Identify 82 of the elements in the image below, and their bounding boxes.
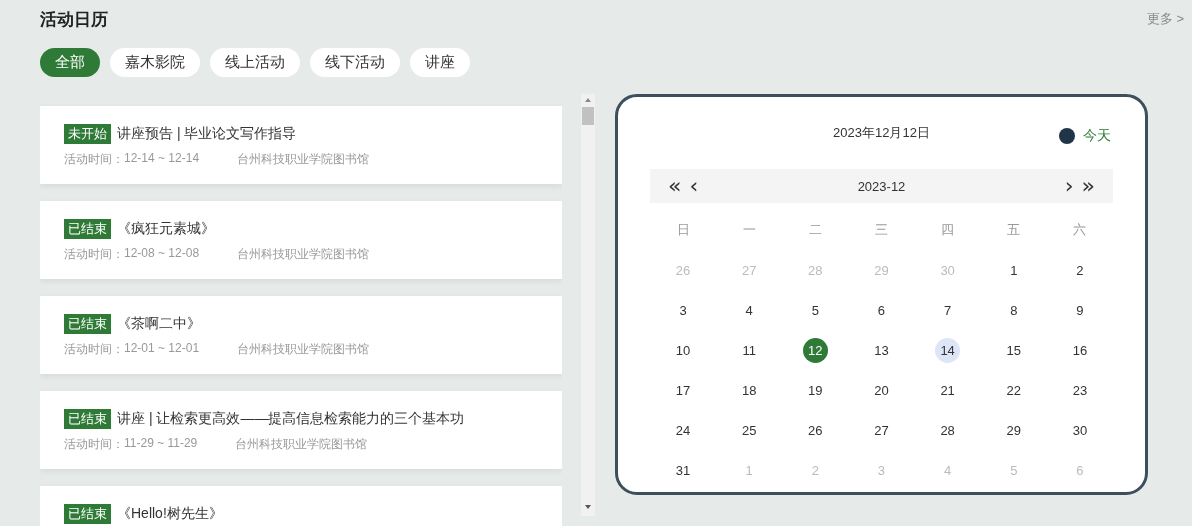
calendar-day[interactable]: 9 — [1067, 297, 1093, 323]
next-year-button[interactable]: » — [1077, 176, 1099, 196]
calendar-day[interactable]: 14 — [935, 337, 961, 363]
weekday-label: 四 — [940, 221, 956, 239]
event-title: 《Hello!树先生》 — [117, 505, 223, 523]
calendar-day[interactable]: 17 — [670, 377, 696, 403]
event-time: 11-29 ~ 11-29 — [124, 436, 198, 452]
page-title: 活动日历 — [40, 8, 108, 31]
event-location: 台州科技职业学院图书馆 — [237, 246, 370, 263]
calendar-day[interactable]: 5 — [802, 297, 828, 323]
calendar-day[interactable]: 20 — [869, 377, 894, 403]
filter-tab[interactable]: 线上活动 — [210, 48, 300, 77]
weekday-label: 三 — [874, 221, 889, 239]
calendar-day[interactable]: 24 — [670, 417, 696, 443]
filter-tab[interactable]: 嘉木影院 — [110, 48, 200, 77]
calendar-day[interactable]: 13 — [869, 337, 894, 363]
calendar-day[interactable]: 1 — [1001, 257, 1027, 283]
prev-year-button[interactable]: « — [664, 176, 686, 196]
weekday-label: 六 — [1072, 221, 1088, 239]
event-location: 台州科技职业学院图书馆 — [235, 436, 368, 453]
status-badge: 已结束 — [64, 219, 111, 239]
today-legend: 今天 — [1083, 127, 1111, 145]
calendar-day[interactable]: 12 — [802, 337, 828, 363]
calendar-day[interactable]: 11 — [736, 337, 762, 363]
calendar-day[interactable]: 23 — [1067, 377, 1093, 403]
scrollbar-thumb[interactable] — [582, 107, 594, 125]
scroll-up-arrow-icon[interactable] — [584, 97, 592, 103]
current-date: 2023年12月12日 — [833, 124, 930, 142]
prev-month-button[interactable]: ‹ — [685, 176, 703, 196]
scroll-down-arrow-icon[interactable] — [584, 504, 592, 510]
next-month-button[interactable]: › — [1060, 176, 1078, 196]
time-label: 活动时间： — [64, 436, 124, 453]
calendar-day[interactable]: 10 — [670, 337, 696, 363]
calendar-day[interactable]: 26 — [802, 417, 828, 443]
calendar-day[interactable]: 7 — [935, 297, 961, 323]
calendar-day[interactable]: 3 — [670, 297, 696, 323]
event-card[interactable]: 已结束 《茶啊二中》 活动时间：12-01 ~ 12-01 台州科技职业学院图书馆 — [40, 296, 562, 374]
calendar-day[interactable]: 31 — [670, 457, 696, 483]
time-label: 活动时间： — [64, 341, 124, 358]
calendar-day[interactable]: 16 — [1067, 337, 1093, 363]
calendar-day[interactable]: 19 — [802, 377, 828, 403]
event-card[interactable]: 已结束 《Hello!树先生》 — [40, 486, 562, 526]
calendar-day[interactable]: 25 — [736, 417, 762, 443]
event-card[interactable]: 已结束 讲座 | 让检索更高效——提高信息检索能力的三个基本功 活动时间：11-29 ~ 11-29 台州科技职业学院图书馆 — [40, 391, 562, 469]
calendar-day[interactable]: 30 — [1067, 417, 1093, 443]
weekday-label: 日 — [675, 221, 691, 239]
time-label: 活动时间： — [64, 246, 124, 263]
event-title: 讲座预告 | 毕业论文写作指导 — [117, 125, 297, 143]
event-time: 12-14 ~ 12-14 — [124, 151, 200, 167]
event-location: 台州科技职业学院图书馆 — [237, 151, 370, 168]
calendar-day[interactable]: 15 — [1001, 337, 1027, 363]
calendar-day[interactable]: 2 — [1067, 257, 1093, 283]
filter-tab[interactable]: 讲座 — [410, 48, 470, 77]
calendar-day[interactable]: 22 — [1001, 377, 1027, 403]
event-card[interactable]: 已结束 《疯狂元素城》 活动时间：12-08 ~ 12-08 台州科技职业学院图书馆 — [40, 201, 562, 279]
filter-tab[interactable]: 全部 — [40, 48, 100, 77]
status-badge: 已结束 — [64, 504, 111, 524]
event-time: 12-08 ~ 12-08 — [124, 246, 200, 262]
status-badge: 已结束 — [64, 314, 111, 334]
time-label: 活动时间： — [64, 151, 124, 168]
status-badge: 未开始 — [64, 124, 111, 144]
status-badge: 已结束 — [64, 409, 111, 429]
month-label: 2023-12 — [856, 178, 907, 194]
event-title: 讲座 | 让检索更高效——提高信息检索能力的三个基本功 — [117, 410, 465, 428]
event-card[interactable]: 未开始 讲座预告 | 毕业论文写作指导 活动时间：12-14 ~ 12-14 台州科技职业学院图书馆 — [40, 106, 562, 184]
scrollbar[interactable] — [581, 94, 595, 516]
calendar-day[interactable]: 29 — [1001, 417, 1027, 443]
event-time: 12-01 ~ 12-01 — [124, 341, 200, 357]
filter-tab[interactable]: 线下活动 — [310, 48, 400, 77]
weekday-label: 二 — [807, 221, 823, 239]
calendar-day[interactable]: 27 — [869, 417, 894, 443]
calendar-day[interactable]: 8 — [1001, 297, 1027, 323]
calendar-day[interactable]: 6 — [869, 297, 894, 323]
calendar-day[interactable]: 4 — [736, 297, 762, 323]
today-dot-icon — [1059, 128, 1075, 144]
calendar-day[interactable]: 28 — [935, 417, 961, 443]
calendar-day[interactable]: 18 — [736, 377, 762, 403]
calendar-day[interactable]: 21 — [935, 377, 961, 403]
event-location: 台州科技职业学院图书馆 — [237, 341, 370, 358]
event-title: 《疯狂元素城》 — [117, 220, 215, 238]
event-title: 《茶啊二中》 — [117, 315, 201, 333]
weekday-label: 五 — [1006, 221, 1022, 239]
